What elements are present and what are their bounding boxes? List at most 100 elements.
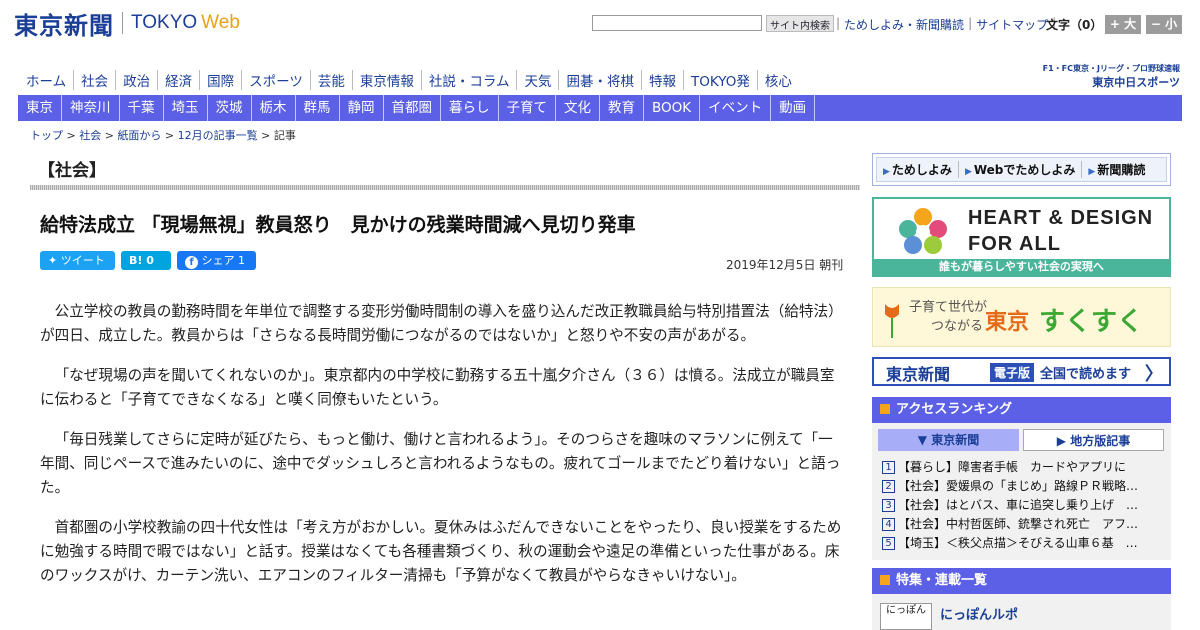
ranking-item[interactable]: 4 【社会】中村哲医師、銃撃され死亡 アフ… xyxy=(882,515,1162,534)
ranking-tab-local[interactable]: ▶ 地方版記事 xyxy=(1023,429,1164,451)
main-nav-item[interactable]: 核心 xyxy=(756,70,799,90)
rank-number: 3 xyxy=(882,499,895,512)
rank-number: 2 xyxy=(882,480,895,493)
tweet-button[interactable]: ✦ ツイート xyxy=(40,251,115,270)
region-nav-item[interactable]: BOOK xyxy=(644,95,701,121)
features-box: 特集・連載一覧 にっぽん にっぽんルポ xyxy=(872,568,1171,630)
chunichi-sports-banner[interactable]: F1・FC東京・Jリーグ・プロ野球速報 東京中日スポーツ xyxy=(1022,63,1180,90)
breadcrumb-current: 記事 xyxy=(273,129,296,142)
region-nav-item[interactable]: 教育 xyxy=(600,95,644,121)
main-nav-item[interactable]: 芸能 xyxy=(309,70,352,90)
region-nav-item[interactable]: 首都圏 xyxy=(384,95,441,121)
chunichi-tagline: F1・FC東京・Jリーグ・プロ野球速報 xyxy=(1042,64,1180,73)
region-nav-item[interactable]: イベント xyxy=(700,95,772,121)
article-headline: 給特法成立 「現場無視」教員怒り 見かけの残業時間減へ見切り発車 xyxy=(40,214,636,236)
ranking-item[interactable]: 1 【暮らし】障害者手帳 カードやアプリに xyxy=(882,458,1162,477)
article-paragraph: 「なぜ現場の声を聞いてくれないのか」。東京都内の中学校に勤務する五十嵐夕介さん（… xyxy=(40,367,835,408)
main-nav-item[interactable]: TOKYO発 xyxy=(682,70,757,90)
article-date: 2019年12月5日 朝刊 xyxy=(726,258,844,272)
digital-logo: 東京新聞 xyxy=(886,365,951,384)
main-nav-item[interactable]: 天気 xyxy=(516,70,558,90)
region-nav-item[interactable]: 神奈川 xyxy=(62,95,120,121)
region-nav-item[interactable]: 東京 xyxy=(18,95,62,121)
ranking-item[interactable]: 2 【社会】愛媛県の「まじめ」路線ＰＲ戦略… xyxy=(882,477,1162,496)
region-nav-item[interactable]: 文化 xyxy=(556,95,600,121)
feature-thumbnail[interactable]: にっぽん xyxy=(880,603,932,630)
link-sitemap[interactable]: サイトマップ xyxy=(976,16,1048,33)
logo-divider xyxy=(122,12,123,34)
logo-tokyo-shimbun: 東京新聞 xyxy=(14,10,114,40)
region-nav-item[interactable]: 埼玉 xyxy=(164,95,208,121)
region-nav: 東京 神奈川 千葉 埼玉 茨城 栃木 群馬 静岡 首都圏 暮らし 子育て 文化 教育 BOOK イベント 動画 xyxy=(18,95,1182,121)
main-nav: ホーム 社会 政治 経済 国際 スポーツ 芸能 東京情報 社説・コラム 天気 囲碁・将棋 特報 TOKY… xyxy=(18,70,799,90)
sukusuku-tokyo: 東京 xyxy=(985,310,1030,335)
link-trial-subscribe[interactable]: ためしよみ・新聞購読 xyxy=(844,16,964,33)
ranking-header: アクセスランキング xyxy=(872,397,1171,423)
region-nav-item[interactable]: 茨城 xyxy=(208,95,252,121)
heart-title-line2: FOR ALL xyxy=(968,233,1061,255)
ranking-item-text: 【社会】愛媛県の「まじめ」路線ＰＲ戦略… xyxy=(898,479,1139,493)
search-input[interactable] xyxy=(592,15,762,31)
link-subscribe[interactable]: ▶ 新聞購読 xyxy=(1081,161,1151,178)
ranking-item[interactable]: 5 【埼玉】＜秩父点描＞そびえる山車６基 … xyxy=(882,534,1162,553)
heart-title-line1: HEART & DESIGN xyxy=(968,207,1154,229)
ranking-item-text: 【暮らし】障害者手帳 カードやアプリに xyxy=(898,460,1127,474)
font-size-label: 文字（0） xyxy=(1046,18,1103,32)
main-nav-item[interactable]: 経済 xyxy=(157,70,199,90)
ranking-item-text: 【埼玉】＜秩父点描＞そびえる山車６基 … xyxy=(898,536,1138,550)
breadcrumb-society[interactable]: 社会 xyxy=(79,129,101,142)
arrow-icon: ▶ xyxy=(1088,167,1096,177)
facebook-share-button[interactable]: f シェア 1 xyxy=(177,251,256,270)
chunichi-logo: 東京中日スポーツ xyxy=(1092,76,1180,89)
article-paragraph: 「毎日残業してさらに定時が延びたら、もっと働け、働けと言われるよう」。そのつらさ… xyxy=(40,431,841,496)
digital-text: 全国で読めます xyxy=(1040,367,1132,382)
ranking-item[interactable]: 3 【社会】はとバス、車に追突し乗り上げ … xyxy=(882,496,1162,515)
sukusuku-tagline-2: つながる xyxy=(931,319,984,334)
main-nav-item[interactable]: 政治 xyxy=(115,70,157,90)
sukusuku-banner[interactable]: 子育て世代が つながる 東京 すくすく xyxy=(872,287,1171,347)
region-nav-item[interactable]: 群馬 xyxy=(296,95,340,121)
main-nav-item[interactable]: 特報 xyxy=(640,70,683,90)
digital-edition-banner[interactable]: 東京新聞 電子版 全国で読めます 〉 xyxy=(872,357,1171,386)
main-nav-item[interactable]: 囲碁・将棋 xyxy=(558,70,641,90)
breadcrumb-december[interactable]: 12月の記事一覧 xyxy=(178,129,258,142)
rank-number: 5 xyxy=(882,537,895,550)
section-title: 【社会】 xyxy=(38,161,106,181)
rank-number: 1 xyxy=(882,461,895,474)
ranking-list: 1 【暮らし】障害者手帳 カードやアプリに 2 【社会】愛媛県の「まじめ」路線ＰＲ戦略… xyxy=(882,458,1162,553)
access-ranking: アクセスランキング ▼ 東京新聞 ▶ 地方版記事 1 【暮らし】障害者手帳 カード… xyxy=(872,397,1171,560)
region-nav-item[interactable]: 暮らし xyxy=(441,95,499,121)
main-nav-item[interactable]: ホーム xyxy=(18,70,73,90)
twitter-icon: ✦ xyxy=(48,254,58,267)
heart-design-banner[interactable]: HEART & DESIGN FOR ALL 誰もが暮らしやすい社会の実現へ xyxy=(872,197,1171,277)
region-nav-item[interactable]: 動画 xyxy=(771,95,816,121)
main-nav-item[interactable]: スポーツ xyxy=(241,70,310,90)
subscribe-links-box: ▶ ためしよみ ▶ Webでためしよみ ▶ 新聞購読 xyxy=(872,153,1171,186)
region-nav-item[interactable]: 子育て xyxy=(499,95,556,121)
logo-web: Web xyxy=(201,12,240,33)
site-logo[interactable]: 東京新聞 TOKYO Web xyxy=(14,8,240,40)
link-web-trial[interactable]: ▶ Webでためしよみ xyxy=(957,161,1081,178)
ranking-tab-tokyo[interactable]: ▼ 東京新聞 xyxy=(878,429,1019,451)
article-paragraph: 首都圏の小学校教諭の四十代女性は「考え方がおかしい。夏休みはふだんできないことを… xyxy=(40,519,842,584)
article-body: 公立学校の教員の勤務時間を年単位で調整する変形労働時間制の導入を盛り込んだ改正教… xyxy=(40,300,845,604)
region-nav-item[interactable]: 栃木 xyxy=(252,95,296,121)
feature-link[interactable]: にっぽんルポ xyxy=(940,604,1018,623)
search-button[interactable]: サイト内検索 xyxy=(766,15,834,32)
main-nav-item[interactable]: 社説・コラム xyxy=(420,70,517,90)
rank-number: 4 xyxy=(882,518,895,531)
ranking-item-text: 【社会】中村哲医師、銃撃され死亡 アフ… xyxy=(898,517,1139,531)
link-trial[interactable]: ▶ ためしよみ xyxy=(877,161,958,178)
main-nav-item[interactable]: 東京情報 xyxy=(351,70,421,90)
main-nav-item[interactable]: 国際 xyxy=(199,70,241,90)
font-bigger-button[interactable]: + 大 xyxy=(1105,15,1141,34)
sukusuku-tagline-1: 子育て世代が xyxy=(909,300,988,315)
main-nav-item[interactable]: 社会 xyxy=(73,70,115,90)
region-nav-item[interactable]: 静岡 xyxy=(340,95,384,121)
region-nav-item[interactable]: 千葉 xyxy=(120,95,164,121)
breadcrumb-top[interactable]: トップ xyxy=(30,129,63,142)
hatena-bookmark-button[interactable]: B! 0 xyxy=(121,251,171,270)
facebook-icon: f xyxy=(185,256,198,269)
font-smaller-button[interactable]: − 小 xyxy=(1146,15,1182,34)
breadcrumb-print[interactable]: 紙面から xyxy=(117,129,161,142)
